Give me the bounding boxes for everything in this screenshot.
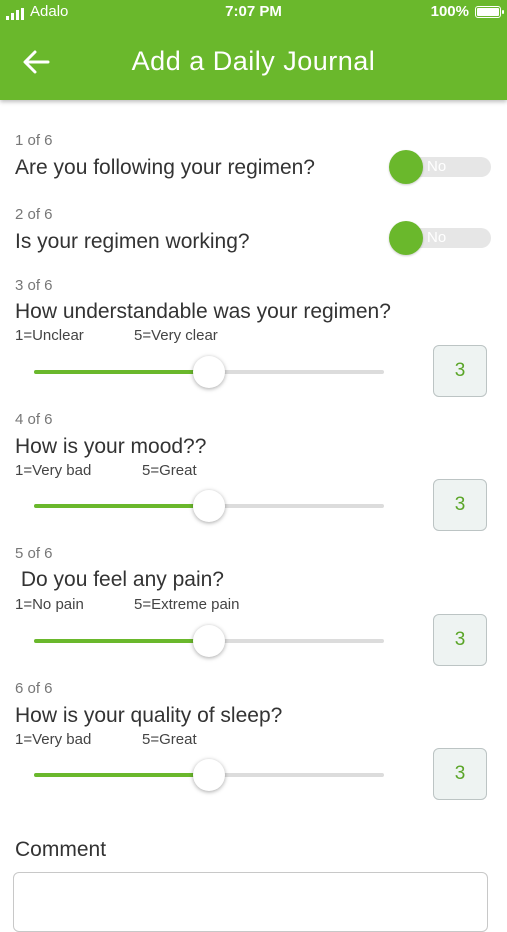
question-step: 2 of 6 bbox=[15, 206, 53, 223]
page-title: Add a Daily Journal bbox=[131, 46, 376, 76]
question-step: 1 of 6 bbox=[15, 132, 53, 149]
question-step: 5 of 6 bbox=[15, 545, 53, 562]
understandability-slider[interactable] bbox=[34, 356, 384, 388]
battery-percent: 100% bbox=[430, 3, 469, 20]
regimen-following-toggle[interactable]: No bbox=[389, 150, 492, 184]
slider-fill bbox=[34, 773, 209, 777]
question-step: 6 of 6 bbox=[15, 680, 53, 697]
mood-value[interactable]: 3 bbox=[433, 479, 487, 531]
question-step: 4 of 6 bbox=[15, 411, 53, 428]
slider-fill bbox=[34, 504, 209, 508]
toggle-knob bbox=[389, 150, 423, 184]
comment-label: Comment bbox=[15, 838, 107, 861]
toggle-label: No bbox=[427, 229, 447, 246]
status-right: 100% bbox=[430, 3, 504, 20]
slider-thumb[interactable] bbox=[193, 759, 225, 791]
question-text: Do you feel any pain? bbox=[15, 568, 224, 591]
question-text: How understandable was your regimen? bbox=[15, 300, 391, 323]
battery-icon bbox=[475, 5, 504, 18]
app-header: Adalo 7:07 PM 100% Add a Daily Journal bbox=[0, 0, 507, 100]
regimen-working-toggle[interactable]: No bbox=[389, 221, 492, 255]
toggle-label: No bbox=[427, 158, 447, 175]
question-text: How is your quality of sleep? bbox=[15, 704, 283, 727]
sleep-quality-value[interactable]: 3 bbox=[433, 748, 487, 800]
pain-slider[interactable] bbox=[34, 625, 384, 657]
pain-value[interactable]: 3 bbox=[433, 614, 487, 666]
slider-thumb[interactable] bbox=[193, 625, 225, 657]
comment-input[interactable] bbox=[13, 872, 488, 932]
question-text: Is your regimen working? bbox=[15, 230, 250, 253]
scale-min-label: 1=Very bad bbox=[15, 462, 92, 479]
toggle-knob bbox=[389, 221, 423, 255]
question-text: Are you following your regimen? bbox=[15, 156, 315, 179]
slider-fill bbox=[34, 370, 209, 374]
question-text: How is your mood?? bbox=[15, 435, 207, 458]
slider-fill bbox=[34, 639, 209, 643]
understandability-value[interactable]: 3 bbox=[433, 345, 487, 397]
mood-slider[interactable] bbox=[34, 490, 384, 522]
scale-max-label: 5=Great bbox=[142, 731, 197, 748]
status-bar: Adalo 7:07 PM 100% bbox=[0, 0, 507, 24]
slider-thumb[interactable] bbox=[193, 490, 225, 522]
scale-min-label: 1=Very bad bbox=[15, 731, 92, 748]
scale-min-label: 1=No pain bbox=[15, 596, 84, 613]
sleep-quality-slider[interactable] bbox=[34, 759, 384, 791]
scale-max-label: 5=Great bbox=[142, 462, 197, 479]
scale-max-label: 5=Extreme pain bbox=[134, 596, 240, 613]
slider-thumb[interactable] bbox=[193, 356, 225, 388]
scale-min-label: 1=Unclear bbox=[15, 327, 84, 344]
question-step: 3 of 6 bbox=[15, 277, 53, 294]
scale-max-label: 5=Very clear bbox=[134, 327, 218, 344]
